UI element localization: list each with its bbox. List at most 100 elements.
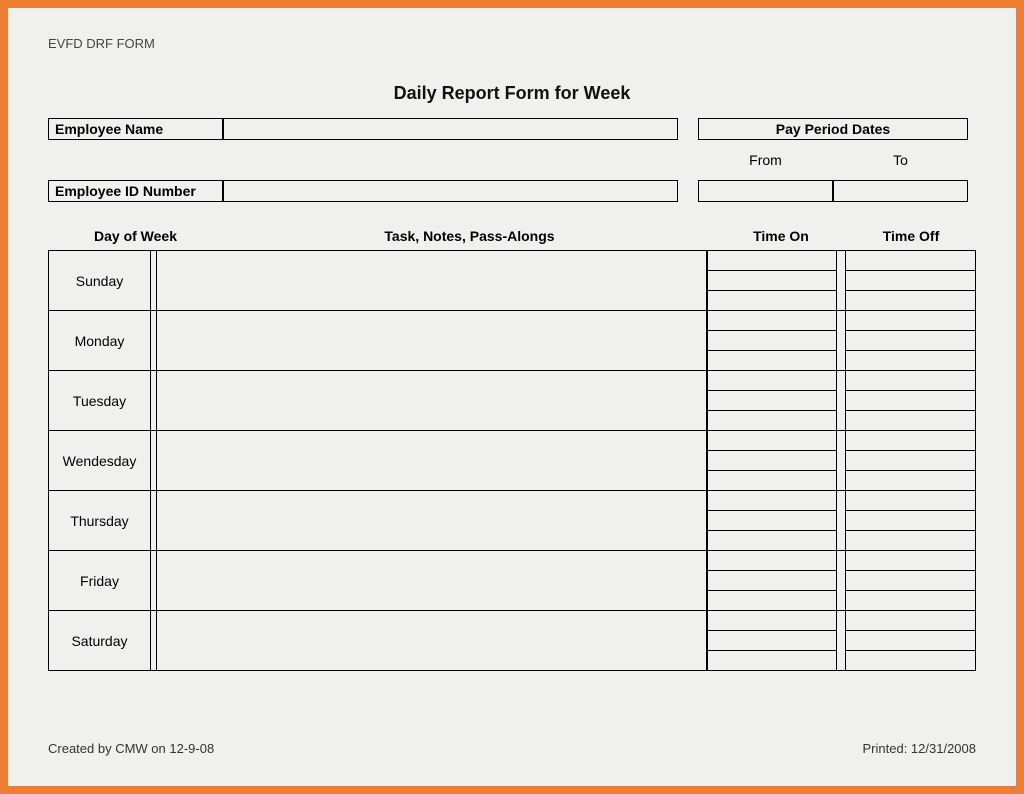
time-on-field[interactable] bbox=[708, 291, 836, 310]
time-on-field[interactable] bbox=[708, 351, 836, 370]
tasks-field[interactable] bbox=[157, 251, 707, 310]
time-off-block bbox=[845, 251, 975, 310]
day-label: Wendesday bbox=[49, 431, 151, 490]
tasks-field[interactable] bbox=[157, 311, 707, 370]
tasks-field[interactable] bbox=[157, 431, 707, 490]
week-table: Sunday Monday bbox=[48, 250, 976, 671]
time-off-block bbox=[845, 611, 975, 670]
created-by: Created by CMW on 12-9-08 bbox=[48, 741, 214, 756]
employee-id-label: Employee ID Number bbox=[48, 180, 223, 202]
time-on-field[interactable] bbox=[708, 431, 836, 451]
table-row: Wendesday bbox=[49, 431, 975, 491]
pay-period-label: Pay Period Dates bbox=[698, 118, 968, 140]
tasks-field[interactable] bbox=[157, 551, 707, 610]
time-off-field[interactable] bbox=[846, 291, 975, 310]
time-off-block bbox=[845, 311, 975, 370]
from-to-labels: From To bbox=[698, 148, 968, 172]
page-content: EVFD DRF FORM Daily Report Form for Week… bbox=[48, 36, 976, 756]
col-day: Day of Week bbox=[48, 228, 223, 244]
footer: Created by CMW on 12-9-08 Printed: 12/31… bbox=[48, 741, 976, 756]
pay-from-field[interactable] bbox=[698, 180, 833, 202]
time-off-field[interactable] bbox=[846, 311, 975, 331]
time-off-block bbox=[845, 371, 975, 430]
time-off-field[interactable] bbox=[846, 471, 975, 490]
time-on-field[interactable] bbox=[708, 471, 836, 490]
time-off-field[interactable] bbox=[846, 611, 975, 631]
to-label: To bbox=[833, 148, 968, 172]
meta-grid: Employee Name Pay Period Dates From To E… bbox=[48, 118, 976, 202]
time-off-field[interactable] bbox=[846, 491, 975, 511]
table-row: Tuesday bbox=[49, 371, 975, 431]
time-off-block bbox=[845, 431, 975, 490]
time-off-field[interactable] bbox=[846, 651, 975, 670]
employee-name-label: Employee Name bbox=[48, 118, 223, 140]
time-on-field[interactable] bbox=[708, 491, 836, 511]
form-header: EVFD DRF FORM bbox=[48, 36, 976, 51]
time-off-field[interactable] bbox=[846, 371, 975, 391]
time-off-field[interactable] bbox=[846, 391, 975, 411]
col-time-off: Time Off bbox=[846, 228, 976, 244]
time-on-field[interactable] bbox=[708, 371, 836, 391]
tasks-field[interactable] bbox=[157, 611, 707, 670]
time-on-field[interactable] bbox=[708, 551, 836, 571]
employee-name-field[interactable] bbox=[223, 118, 678, 140]
time-on-block bbox=[707, 611, 837, 670]
column-headers: Day of Week Task, Notes, Pass-Alongs Tim… bbox=[48, 228, 976, 250]
time-on-field[interactable] bbox=[708, 331, 836, 351]
time-on-field[interactable] bbox=[708, 451, 836, 471]
time-on-field[interactable] bbox=[708, 391, 836, 411]
time-off-field[interactable] bbox=[846, 511, 975, 531]
time-on-field[interactable] bbox=[708, 571, 836, 591]
time-on-field[interactable] bbox=[708, 251, 836, 271]
table-row: Thursday bbox=[49, 491, 975, 551]
table-row: Friday bbox=[49, 551, 975, 611]
day-label: Monday bbox=[49, 311, 151, 370]
day-label: Sunday bbox=[49, 251, 151, 310]
table-row: Sunday bbox=[49, 251, 975, 311]
time-on-field[interactable] bbox=[708, 611, 836, 631]
day-label: Friday bbox=[49, 551, 151, 610]
time-on-block bbox=[707, 431, 837, 490]
time-on-field[interactable] bbox=[708, 411, 836, 430]
time-off-field[interactable] bbox=[846, 551, 975, 571]
time-off-field[interactable] bbox=[846, 631, 975, 651]
tasks-field[interactable] bbox=[157, 491, 707, 550]
document-frame: EVFD DRF FORM Daily Report Form for Week… bbox=[0, 0, 1024, 794]
time-on-field[interactable] bbox=[708, 311, 836, 331]
time-off-field[interactable] bbox=[846, 351, 975, 370]
time-on-block bbox=[707, 311, 837, 370]
time-on-block bbox=[707, 551, 837, 610]
day-label: Thursday bbox=[49, 491, 151, 550]
time-off-field[interactable] bbox=[846, 451, 975, 471]
time-off-block bbox=[845, 491, 975, 550]
day-label: Tuesday bbox=[49, 371, 151, 430]
day-label: Saturday bbox=[49, 611, 151, 670]
time-on-block bbox=[707, 371, 837, 430]
tasks-field[interactable] bbox=[157, 371, 707, 430]
time-off-field[interactable] bbox=[846, 591, 975, 610]
time-off-field[interactable] bbox=[846, 531, 975, 550]
time-off-field[interactable] bbox=[846, 411, 975, 430]
time-on-block bbox=[707, 251, 837, 310]
time-on-field[interactable] bbox=[708, 531, 836, 550]
time-on-field[interactable] bbox=[708, 651, 836, 670]
col-time-on: Time On bbox=[716, 228, 846, 244]
time-on-field[interactable] bbox=[708, 591, 836, 610]
time-off-field[interactable] bbox=[846, 271, 975, 291]
time-off-field[interactable] bbox=[846, 431, 975, 451]
time-on-field[interactable] bbox=[708, 511, 836, 531]
table-row: Monday bbox=[49, 311, 975, 371]
time-off-field[interactable] bbox=[846, 571, 975, 591]
printed-date: Printed: 12/31/2008 bbox=[863, 741, 976, 756]
time-on-field[interactable] bbox=[708, 631, 836, 651]
employee-id-field[interactable] bbox=[223, 180, 678, 202]
from-label: From bbox=[698, 148, 833, 172]
time-off-block bbox=[845, 551, 975, 610]
time-off-field[interactable] bbox=[846, 331, 975, 351]
time-off-field[interactable] bbox=[846, 251, 975, 271]
time-on-block bbox=[707, 491, 837, 550]
pay-to-field[interactable] bbox=[833, 180, 968, 202]
page-title: Daily Report Form for Week bbox=[48, 83, 976, 104]
table-row: Saturday bbox=[49, 611, 975, 671]
time-on-field[interactable] bbox=[708, 271, 836, 291]
